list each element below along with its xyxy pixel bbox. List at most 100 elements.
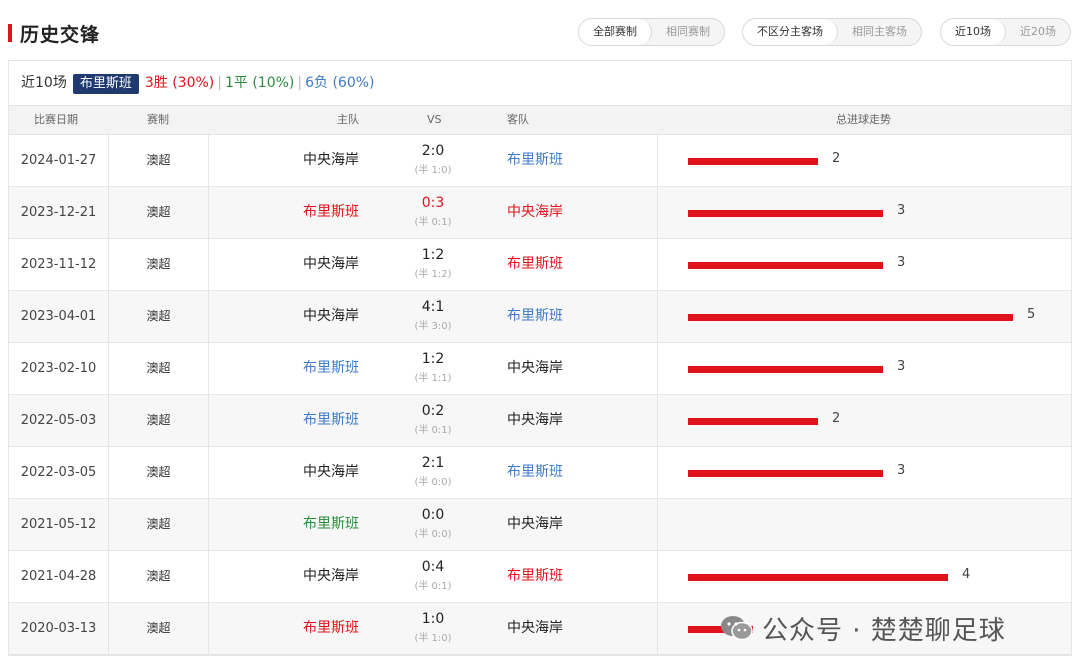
col-away: 客队 [507,113,529,126]
home-team[interactable]: 中央海岸 [209,239,369,290]
goal-trend-bar [688,314,1013,321]
away-team[interactable]: 中央海岸 [507,187,647,238]
goal-trend-cell: 5 [657,291,1071,342]
summary-wins: 3胜 (30%) [144,75,215,91]
goal-trend-cell: 4 [657,551,1071,602]
summary-range-label: 近10场 [21,75,67,91]
away-team[interactable]: 中央海岸 [507,603,647,654]
full-time-score: 2:1 [421,455,445,471]
competition-filter: 全部赛制 相同赛制 [578,18,725,46]
summary-team-badge: 布里斯班 [72,74,139,94]
half-time-score: (半 1:1) [414,373,452,384]
filter-last-20[interactable]: 近20场 [1006,19,1070,45]
summary-draws: 1平 (10%) [224,75,295,91]
col-home: 主队 [337,113,359,126]
goal-total-label: 3 [897,463,906,478]
full-time-score: 2:0 [421,143,445,159]
half-time-score: (半 1:0) [414,165,452,176]
summary-divider: | [297,75,303,91]
half-time-score: (半 1:0) [414,633,452,644]
competition-name: 澳超 [109,499,209,550]
goal-total-label: 3 [897,203,906,218]
away-team[interactable]: 中央海岸 [507,499,647,550]
goal-trend-bar [688,366,883,373]
away-team[interactable]: 布里斯班 [507,239,647,290]
home-team[interactable]: 布里斯班 [209,343,369,394]
half-time-score: (半 3:0) [414,321,452,332]
full-time-score: 0:0 [421,507,445,523]
match-date: 2021-04-28 [9,551,109,602]
match-date: 2021-05-12 [9,499,109,550]
away-team[interactable]: 布里斯班 [507,447,647,498]
score-cell: 1:0 (半 1:0) [393,603,473,654]
home-team[interactable]: 中央海岸 [209,291,369,342]
score-cell: 2:0 (半 1:0) [393,135,473,186]
watermark-text: 公众号 · 楚楚聊足球 [762,615,1006,646]
score-cell: 0:4 (半 0:1) [393,551,473,602]
filter-same-competition[interactable]: 相同赛制 [652,19,724,45]
section-title: 历史交锋 [20,24,101,46]
table-row: 2022-05-03 澳超 布里斯班 0:2 (半 0:1) 中央海岸 2 [9,395,1071,447]
home-team[interactable]: 中央海岸 [209,551,369,602]
table-row: 2021-04-28 澳超 中央海岸 0:4 (半 0:1) 布里斯班 4 [9,551,1071,603]
full-time-score: 1:0 [421,611,445,627]
title-accent-bar [8,24,12,42]
home-team[interactable]: 布里斯班 [209,187,369,238]
score-cell: 0:3 (半 0:1) [393,187,473,238]
home-team[interactable]: 中央海岸 [209,135,369,186]
competition-name: 澳超 [109,291,209,342]
table-row: 2023-12-21 澳超 布里斯班 0:3 (半 0:1) 中央海岸 3 [9,187,1071,239]
competition-name: 澳超 [109,603,209,654]
goal-total-label: 4 [962,567,971,582]
goal-trend-bar [688,470,883,477]
goal-trend-cell: 3 [657,343,1071,394]
table-row: 2024-01-27 澳超 中央海岸 2:0 (半 1:0) 布里斯班 2 [9,135,1071,187]
away-team[interactable]: 中央海岸 [507,395,647,446]
half-time-score: (半 0:1) [414,581,452,592]
goal-trend-cell: 2 [657,135,1071,186]
full-time-score: 1:2 [421,351,445,367]
goal-trend-bar [688,158,818,165]
match-date: 2024-01-27 [9,135,109,186]
away-team[interactable]: 中央海岸 [507,343,647,394]
history-panel: 近10场 布里斯班 3胜 (30%) | 1平 (10%) | 6负 (60%) 比赛日期 … [8,60,1072,656]
goal-trend-cell: 3 [657,447,1071,498]
goal-trend-cell [657,499,1071,550]
goal-total-label: 2 [832,151,841,166]
goal-total-label: 3 [897,359,906,374]
table-row: 2021-05-12 澳超 布里斯班 0:0 (半 0:0) 中央海岸 [9,499,1071,551]
home-team[interactable]: 布里斯班 [209,499,369,550]
goal-trend-bar [688,262,883,269]
home-team[interactable]: 中央海岸 [209,447,369,498]
record-summary: 近10场 布里斯班 3胜 (30%) | 1平 (10%) | 6负 (60%) [9,61,1071,105]
match-date: 2023-11-12 [9,239,109,290]
home-team[interactable]: 布里斯班 [209,395,369,446]
score-cell: 2:1 (半 0:0) [393,447,473,498]
away-team[interactable]: 布里斯班 [507,291,647,342]
competition-name: 澳超 [109,239,209,290]
watermark: 公众号 · 楚楚聊足球 [720,608,1006,648]
match-date: 2023-04-01 [9,291,109,342]
competition-name: 澳超 [109,187,209,238]
competition-name: 澳超 [109,343,209,394]
filter-last-10[interactable]: 近10场 [941,19,1006,45]
competition-name: 澳超 [109,135,209,186]
half-time-score: (半 0:1) [414,217,452,228]
col-vs: VS [427,113,442,126]
col-date: 比赛日期 [34,113,78,126]
home-team[interactable]: 布里斯班 [209,603,369,654]
half-time-score: (半 1:2) [414,269,452,280]
filter-all-competitions[interactable]: 全部赛制 [579,19,652,45]
goal-trend-bar [688,418,818,425]
goal-trend-bar [688,574,948,581]
filter-any-venue[interactable]: 不区分主客场 [743,19,838,45]
score-cell: 4:1 (半 3:0) [393,291,473,342]
away-team[interactable]: 布里斯班 [507,551,647,602]
goal-total-label: 2 [832,411,841,426]
away-team[interactable]: 布里斯班 [507,135,647,186]
table-row: 2022-03-05 澳超 中央海岸 2:1 (半 0:0) 布里斯班 3 [9,447,1071,499]
half-time-score: (半 0:0) [414,477,452,488]
full-time-score: 1:2 [421,247,445,263]
filter-same-venue[interactable]: 相同主客场 [838,19,921,45]
wechat-icon [721,616,753,641]
